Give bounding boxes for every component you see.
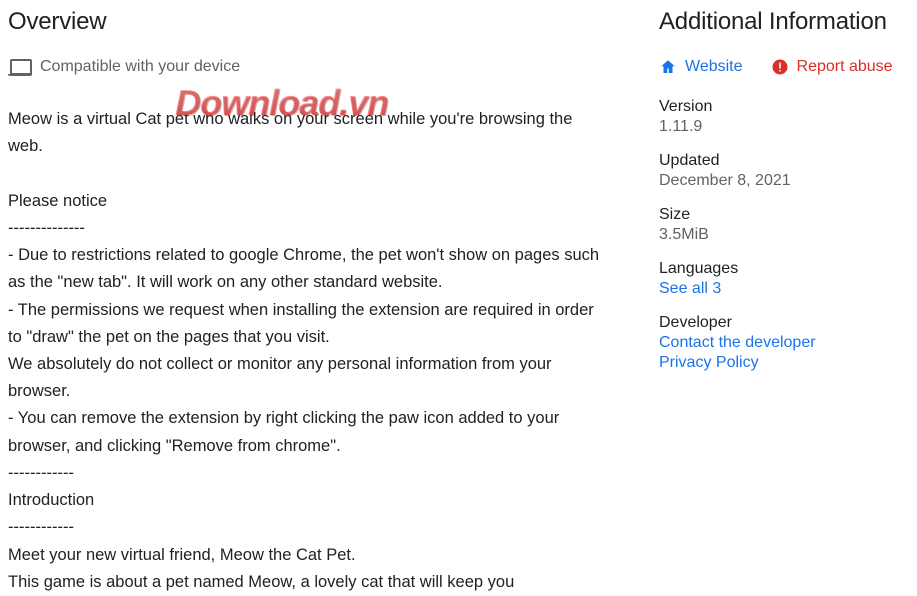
alert-icon xyxy=(771,58,789,76)
developer-label: Developer xyxy=(659,314,899,332)
updated-block: Updated December 8, 2021 xyxy=(659,152,899,190)
developer-block: Developer Contact the developer Privacy … xyxy=(659,314,899,372)
report-abuse-link[interactable]: Report abuse xyxy=(771,58,893,76)
laptop-icon xyxy=(8,59,30,75)
updated-label: Updated xyxy=(659,152,899,170)
website-link[interactable]: Website xyxy=(659,58,743,76)
size-value: 3.5MiB xyxy=(659,226,899,244)
version-label: Version xyxy=(659,98,899,116)
languages-block: Languages See all 3 xyxy=(659,260,899,298)
compat-label: Compatible with your device xyxy=(40,58,240,76)
developer-privacy-link[interactable]: Privacy Policy xyxy=(659,354,899,372)
additional-info-title: Additional Information xyxy=(659,8,899,36)
overview-title: Overview xyxy=(8,8,609,36)
compat-row: Compatible with your device xyxy=(8,58,609,76)
size-block: Size 3.5MiB xyxy=(659,206,899,244)
languages-label: Languages xyxy=(659,260,899,278)
size-label: Size xyxy=(659,206,899,224)
version-value: 1.11.9 xyxy=(659,118,899,136)
languages-link[interactable]: See all 3 xyxy=(659,280,899,298)
website-label: Website xyxy=(685,58,743,76)
updated-value: December 8, 2021 xyxy=(659,172,899,190)
version-block: Version 1.11.9 xyxy=(659,98,899,136)
home-icon xyxy=(659,58,677,76)
developer-contact-link[interactable]: Contact the developer xyxy=(659,334,899,352)
description-text: Meow is a virtual Cat pet who walks on y… xyxy=(8,106,609,596)
report-abuse-label: Report abuse xyxy=(797,58,893,76)
